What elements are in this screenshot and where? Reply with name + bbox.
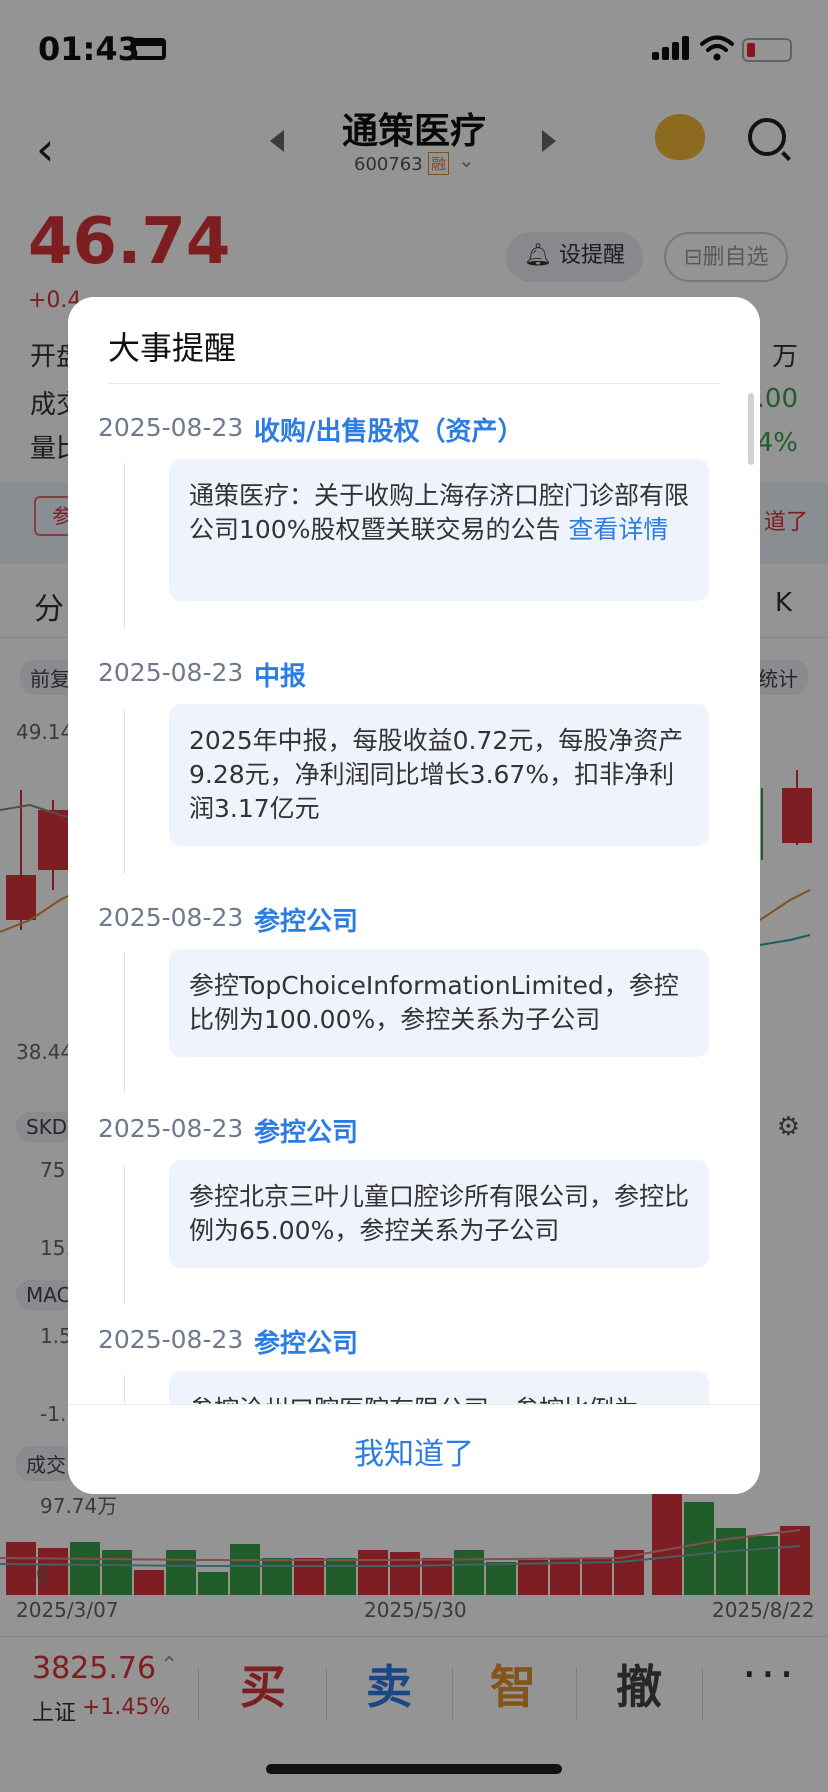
timeline-line xyxy=(124,1164,125,1304)
event-date: 2025-08-23 xyxy=(98,658,244,687)
timeline-line xyxy=(124,463,125,629)
event-card: 参控北京三叶儿童口腔诊所有限公司，参控比例为65.00%，参控关系为子公司 xyxy=(169,1160,709,1268)
event-date: 2025-08-23 xyxy=(98,1325,244,1354)
major-events-dialog: 大事提醒 2025-08-23 收购/出售股权（资产） 通策医疗：关于收购上海存… xyxy=(68,297,760,1494)
event-date: 2025-08-23 xyxy=(98,903,244,932)
title-divider xyxy=(108,383,720,384)
event-card: 通策医疗：关于收购上海存济口腔门诊部有限公司100%股权暨关联交易的公告 查看详… xyxy=(169,459,709,601)
event-date: 2025-08-23 xyxy=(98,1114,244,1143)
dialog-title: 大事提醒 xyxy=(108,329,237,367)
event-type[interactable]: 收购/出售股权（资产） xyxy=(254,411,524,448)
event-type[interactable]: 中报 xyxy=(254,656,306,693)
timeline-line xyxy=(124,708,125,874)
stock-detail-page: 01:43 ‹ 通策医疗 600763 融 ⌄ 46.74 +0.4 🔔︎ 设提… xyxy=(0,0,828,1792)
timeline-line xyxy=(124,953,125,1093)
event-date: 2025-08-23 xyxy=(98,413,244,442)
event-type[interactable]: 参控公司 xyxy=(254,1112,358,1149)
acknowledge-button[interactable]: 我知道了 xyxy=(68,1429,760,1473)
event-type[interactable]: 参控公司 xyxy=(254,901,358,938)
event-card: 2025年中报，每股收益0.72元，每股净资产9.28元，净利润同比增长3.67… xyxy=(169,704,709,846)
event-card: 参控TopChoiceInformationLimited，参控比例为100.0… xyxy=(169,949,709,1057)
view-details-link[interactable]: 查看详情 xyxy=(568,515,668,544)
home-indicator[interactable] xyxy=(266,1764,562,1774)
dialog-footer: 我知道了 xyxy=(68,1404,760,1494)
event-list[interactable]: 2025-08-23 收购/出售股权（资产） 通策医疗：关于收购上海存济口腔门诊… xyxy=(68,387,760,1494)
event-type[interactable]: 参控公司 xyxy=(254,1323,358,1360)
